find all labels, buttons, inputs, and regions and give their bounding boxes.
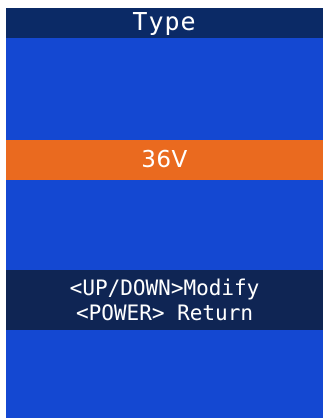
lcd-screen: Type 36V <UP/DOWN>Modify <POWER> Return	[6, 8, 323, 418]
device-bezel: Type 36V <UP/DOWN>Modify <POWER> Return	[0, 0, 325, 418]
title-bar: Type	[6, 8, 323, 38]
modify-hint: <UP/DOWN>Modify	[69, 276, 260, 300]
selected-value: 36V	[141, 147, 188, 173]
screen-title: Type	[132, 8, 197, 36]
help-box: <UP/DOWN>Modify <POWER> Return	[6, 270, 323, 330]
return-hint: <POWER> Return	[75, 301, 253, 325]
selected-value-row[interactable]: 36V	[6, 140, 323, 180]
